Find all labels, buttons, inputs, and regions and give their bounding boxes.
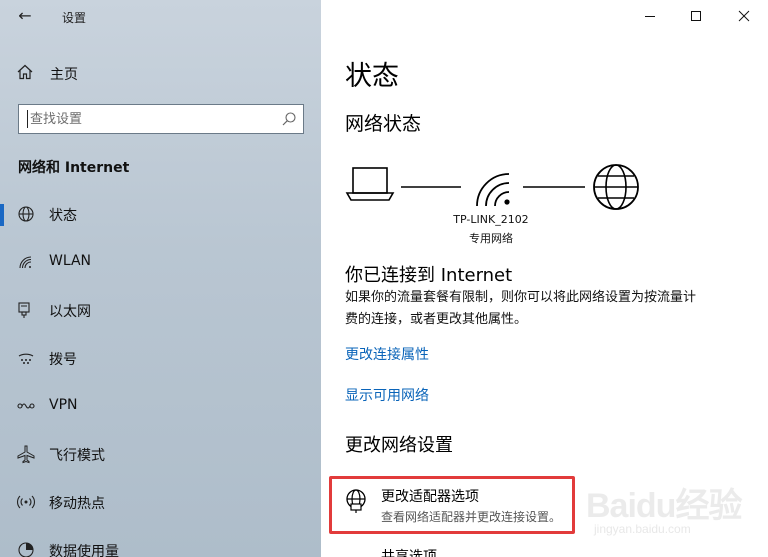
wifi-icon [19,256,32,269]
back-button[interactable]: ← [14,6,36,28]
ethernet-icon [18,302,30,318]
minimize-button[interactable] [627,0,673,32]
airplane-icon [17,445,35,464]
network-type: 专用网络 [469,232,513,245]
network-status-heading: 网络状态 [345,113,422,135]
adapter-options-title: 更改适配器选项 [381,489,479,505]
sidebar-item-home[interactable]: 主页 [0,58,321,88]
sidebar-item-label: 主页 [50,67,78,83]
sidebar-item-label: WLAN [49,253,92,269]
sidebar-item-label: VPN [49,397,78,413]
data-usage-icon [18,542,34,557]
sidebar-item-label: 飞行模式 [49,448,105,464]
network-adapter-icon [346,489,366,513]
sidebar-nav: 状态 WLAN 以太网 拨号 VPN 飞行模式 移动热点 数据使用量 [0,196,321,557]
sidebar-item-data-usage[interactable]: 数据使用量 [0,532,321,557]
page-title: 状态 [345,61,399,92]
wifi-icon [476,173,510,207]
connected-description-line: 费的连接，或者更改其他属性。 [345,312,528,327]
sidebar-item-label: 状态 [49,208,77,224]
sidebar-item-wlan[interactable]: WLAN [0,244,321,292]
change-adapter-options-item[interactable]: 更改适配器选项 查看网络适配器并更改连接设置。 [333,474,573,536]
show-available-networks-link[interactable]: 显示可用网络 [345,385,429,405]
hotspot-icon [16,495,36,509]
vpn-icon [17,403,35,409]
watermark-url: jingyan.baidu.com [594,522,691,536]
sidebar-item-hotspot[interactable]: 移动热点 [0,484,321,532]
sidebar-item-label: 拨号 [49,352,77,368]
search-input[interactable] [27,110,267,128]
search-icon[interactable] [281,111,297,127]
sharing-options-title: 共享选项 [381,549,437,557]
adapter-options-description: 查看网络适配器并更改连接设置。 [381,510,562,524]
dialup-icon [18,353,34,364]
sidebar-item-label: 以太网 [49,304,91,320]
globe-icon [18,206,34,222]
connected-heading: 你已连接到 Internet [345,265,513,286]
sidebar-section-title: 网络和 Internet [18,160,130,176]
maximize-button[interactable] [673,0,719,32]
search-box[interactable] [18,104,304,134]
sidebar-item-label: 数据使用量 [49,544,119,557]
change-connection-properties-link[interactable]: 更改连接属性 [345,344,429,364]
connected-description-line: 如果你的流量套餐有限制，则你可以将此网络设置为按流量计 [345,290,697,305]
globe-icon [593,164,639,210]
laptop-icon [345,167,395,201]
window-title: 设置 [62,11,87,25]
sidebar-item-airplane[interactable]: 飞行模式 [0,436,321,484]
main-content: 状态 网络状态 TP-LINK_2102 专用网络 你已连接到 Internet… [321,0,768,557]
sidebar-item-ethernet[interactable]: 以太网 [0,292,321,340]
connected-description: 如果你的流量套餐有限制，则你可以将此网络设置为按流量计 费的连接，或者更改其他属… [345,287,768,331]
sidebar-item-label: 移动热点 [49,496,105,512]
home-icon [17,64,33,80]
settings-sidebar: ← 设置 主页 网络和 Internet 状态 [0,0,321,557]
baidu-watermark: Baidu经验 jingyan.baidu.com [586,478,766,538]
watermark-brand: Baidu经验 [586,487,742,525]
network-name: TP-LINK_2102 [453,213,529,226]
change-network-settings-heading: 更改网络设置 [345,435,453,456]
sharing-options-item[interactable]: 共享选项 [345,546,545,557]
titlebar-left: ← 设置 [0,0,321,32]
sidebar-item-vpn[interactable]: VPN [0,388,321,436]
sidebar-item-status[interactable]: 状态 [0,196,321,244]
sidebar-item-dialup[interactable]: 拨号 [0,340,321,388]
close-button[interactable] [721,0,767,32]
